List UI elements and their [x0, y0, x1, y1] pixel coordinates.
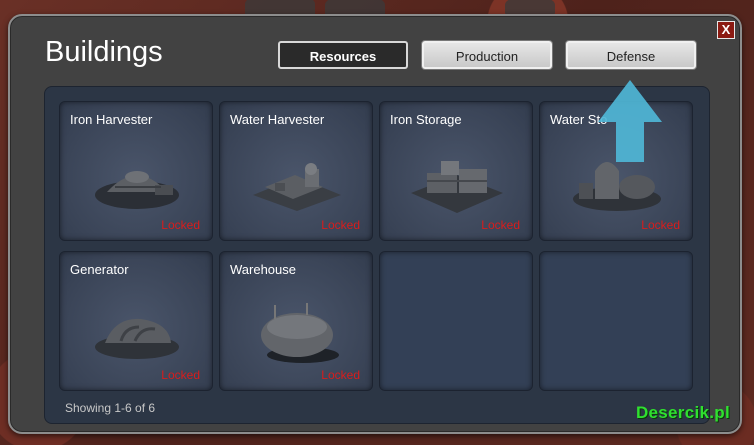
watermark-text: Desercik.pl	[635, 403, 730, 422]
buildings-dialog: Buildings X Resources Production Defense…	[8, 14, 742, 434]
world-structure	[505, 0, 555, 15]
dialog-title: Buildings	[45, 36, 163, 68]
building-name: Water Harvester	[230, 112, 325, 127]
locked-status: Locked	[161, 218, 200, 232]
locked-status: Locked	[321, 218, 360, 232]
building-name: Generator	[70, 262, 129, 277]
building-name: Iron Harvester	[70, 112, 153, 127]
storage-complex-icon	[411, 161, 503, 213]
building-name: Iron Storage	[390, 112, 462, 127]
locked-status: Locked	[161, 368, 200, 382]
building-tile-warehouse[interactable]: Warehouse Locked	[219, 251, 373, 391]
warehouse-icon	[261, 303, 339, 363]
building-tile-generator[interactable]: Generator Locked	[59, 251, 213, 391]
empty-building-slot	[379, 251, 533, 391]
locked-status: Locked	[481, 218, 520, 232]
platform-harvester-icon	[253, 163, 341, 211]
locked-status: Locked	[641, 218, 680, 232]
generator-icon	[95, 318, 179, 359]
tab-production[interactable]: Production	[422, 41, 552, 69]
dome-harvester-icon	[95, 171, 179, 209]
tab-resources[interactable]: Resources	[278, 41, 408, 69]
locked-status: Locked	[321, 368, 360, 382]
pagination-text: Showing 1-6 of 6	[65, 401, 156, 415]
close-button[interactable]: X	[717, 21, 735, 39]
building-tile-iron-storage[interactable]: Iron Storage Locked	[379, 101, 533, 241]
building-tile-iron-harvester[interactable]: Iron Harvester Locked	[59, 101, 213, 241]
building-tile-water-harvester[interactable]: Water Harvester Locked	[219, 101, 373, 241]
tab-defense[interactable]: Defense	[566, 41, 696, 69]
tutorial-pointer-arrow-icon	[598, 80, 662, 162]
building-name: Warehouse	[230, 262, 296, 277]
empty-building-slot	[539, 251, 693, 391]
